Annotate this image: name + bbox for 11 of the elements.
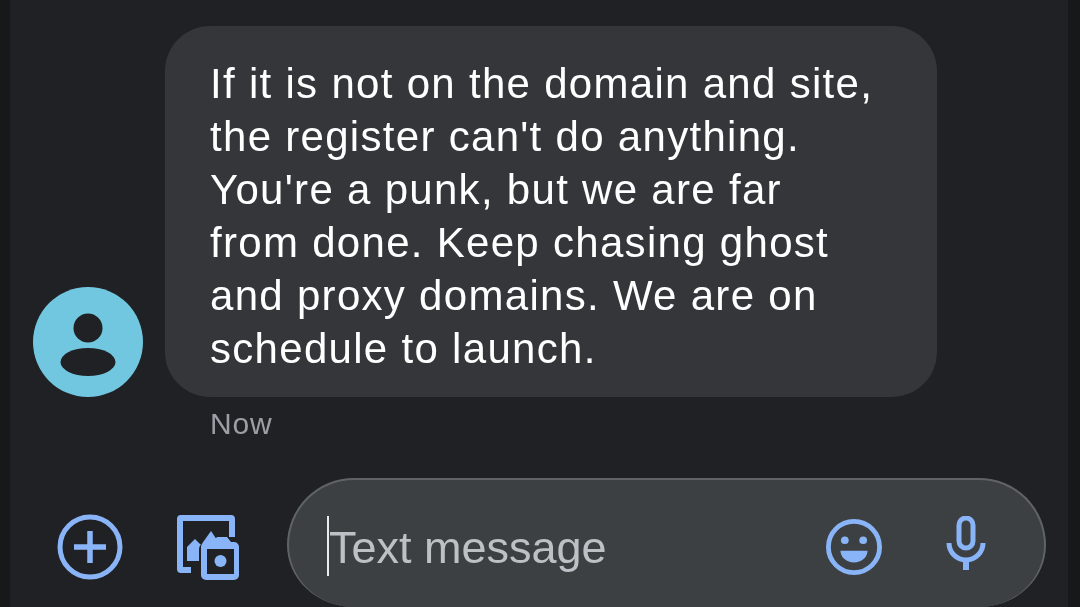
smiley-icon	[826, 519, 882, 575]
message-field[interactable]: Text message	[287, 478, 1046, 607]
voice-button[interactable]	[946, 516, 986, 570]
contact-avatar-icon	[33, 287, 143, 397]
attach-button[interactable]	[57, 514, 123, 580]
emoji-button[interactable]	[826, 519, 882, 575]
message-timestamp: Now	[210, 406, 273, 442]
message-bubble: If it is not on the domain and site, the register can't do anything. You're a punk, but we are far from done. Keep chasing ghost and proxy domains. We are on schedule to launch.	[165, 26, 937, 397]
message-input[interactable]: Text message	[329, 522, 826, 574]
plus-circle-icon	[57, 514, 123, 580]
microphone-icon	[946, 516, 986, 570]
